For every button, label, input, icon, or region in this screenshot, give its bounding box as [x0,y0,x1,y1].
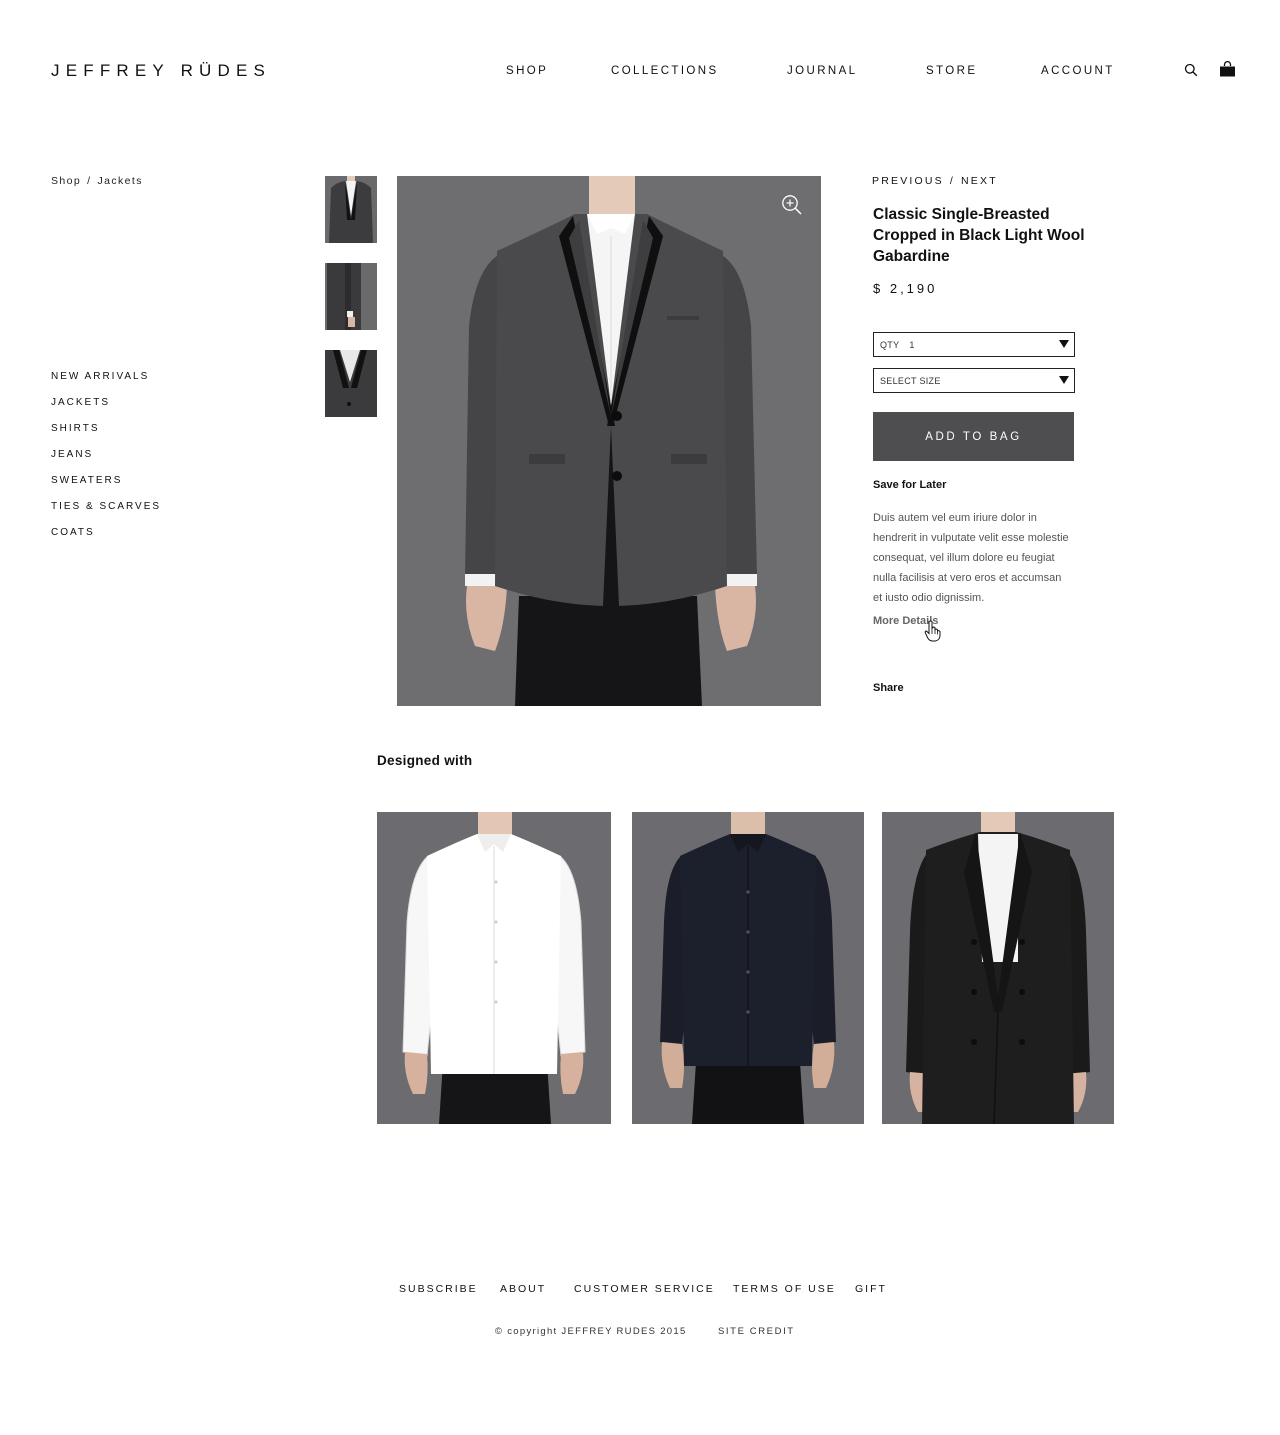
previous-link[interactable]: PREVIOUS [872,175,944,187]
sidebar-item-ties-scarves[interactable]: TIES & SCARVES [51,501,161,527]
quantity-select[interactable]: QTY 1 [873,332,1075,357]
product-title: Classic Single-Breasted Cropped in Black… [873,206,1085,265]
footer-link-customer-service[interactable]: CUSTOMER SERVICE [574,1283,715,1295]
shopping-bag-icon[interactable] [1219,61,1236,77]
sidebar-item-shirts[interactable]: SHIRTS [51,423,161,449]
category-sidebar: NEW ARRIVALS JACKETS SHIRTS JEANS SWEATE… [51,371,161,553]
sidebar-item-jackets[interactable]: JACKETS [51,397,161,423]
breadcrumb-separator: / [87,175,92,187]
breadcrumb-jackets[interactable]: Jackets [97,175,142,187]
breadcrumb-shop[interactable]: Shop [51,175,81,187]
nav-item-store[interactable]: STORE [926,65,977,77]
product-pager: PREVIOUS / NEXT [872,175,998,187]
footer-link-about[interactable]: ABOUT [500,1283,546,1295]
share-link[interactable]: Share [873,682,904,694]
footer-link-subscribe[interactable]: SUBSCRIBE [399,1283,478,1295]
product-thumbnail-side[interactable] [325,263,377,330]
pager-separator: / [949,175,955,187]
caret-down-icon [1059,340,1069,348]
size-placeholder: SELECT SIZE [880,375,941,386]
footer-link-gift[interactable]: GIFT [855,1283,887,1295]
footer-link-terms-of-use[interactable]: TERMS OF USE [733,1283,836,1295]
related-product-black-coat[interactable] [882,812,1114,1124]
quantity-label: QTY [880,339,900,350]
product-main-image[interactable] [397,176,821,706]
sidebar-item-new-arrivals[interactable]: NEW ARRIVALS [51,371,161,397]
main-nav: SHOP COLLECTIONS JOURNAL STORE ACCOUNT [0,65,1280,81]
related-product-navy-shirt[interactable] [632,812,864,1124]
zoom-in-icon[interactable] [781,194,803,216]
nav-item-shop[interactable]: SHOP [506,65,548,77]
save-for-later-link[interactable]: Save for Later [873,479,946,491]
search-icon[interactable] [1184,63,1198,77]
nav-item-collections[interactable]: COLLECTIONS [611,65,719,77]
nav-item-journal[interactable]: JOURNAL [787,65,857,77]
product-description: Duis autem vel eum iriure dolor in hendr… [873,512,1069,604]
breadcrumb: Shop / Jackets [51,175,143,187]
footer-nav: SUBSCRIBE ABOUT CUSTOMER SERVICE TERMS O… [0,1283,1280,1297]
size-select[interactable]: SELECT SIZE [873,368,1075,393]
site-credit-link[interactable]: SITE CREDIT [718,1326,795,1337]
nav-item-account[interactable]: ACCOUNT [1041,65,1115,77]
product-price: $ 2,190 [873,281,938,296]
quantity-value: 1 [909,339,915,350]
related-product-white-shirt[interactable] [377,812,611,1124]
copyright-text: © copyright JEFFREY RUDES 2015 [495,1326,687,1337]
sidebar-item-jeans[interactable]: JEANS [51,449,161,475]
designed-with-heading: Designed with [377,753,473,768]
next-link[interactable]: NEXT [961,175,998,187]
product-thumbnail-front[interactable] [325,176,377,243]
sidebar-item-sweaters[interactable]: SWEATERS [51,475,161,501]
hand-pointer-icon [924,620,942,642]
sidebar-item-coats[interactable]: COATS [51,527,161,553]
add-to-bag-button[interactable]: ADD TO BAG [873,412,1074,461]
caret-down-icon [1059,376,1069,384]
product-thumbnail-detail[interactable] [325,350,377,417]
